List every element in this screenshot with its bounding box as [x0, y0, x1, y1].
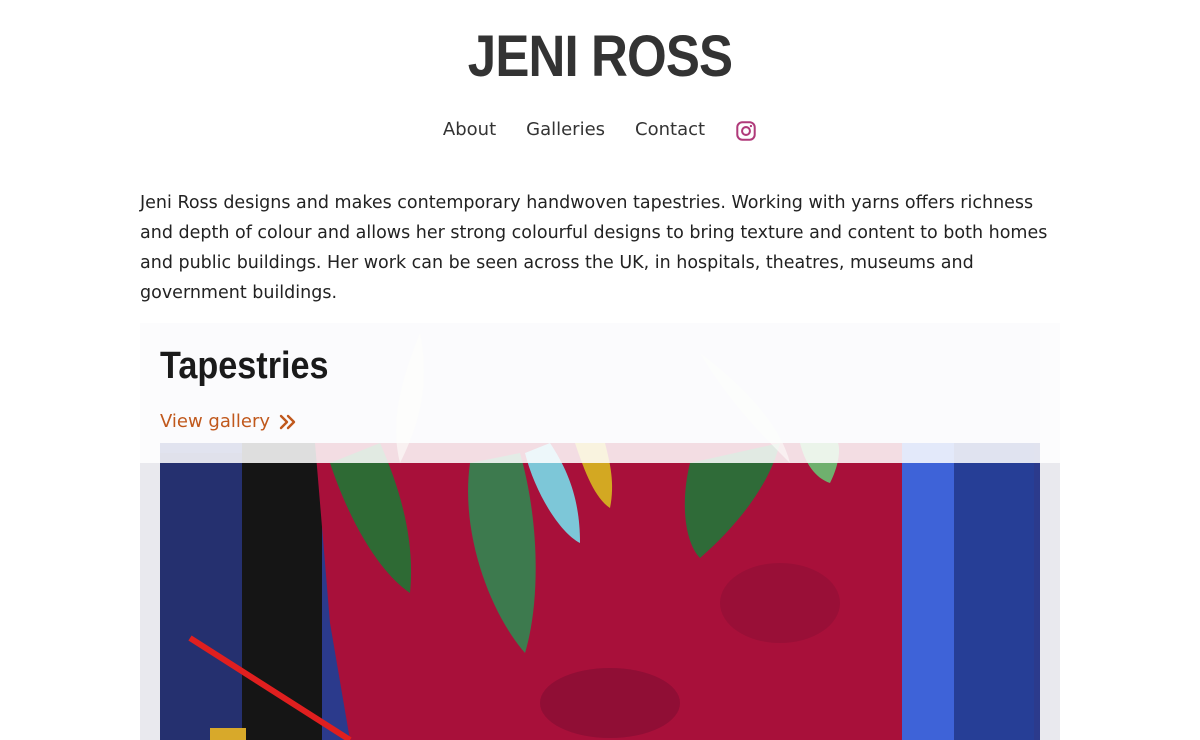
site-title[interactable]: JENI ROSS [72, 22, 1128, 92]
nav-about[interactable]: About [443, 114, 496, 146]
double-chevron-right-icon [278, 412, 298, 432]
instagram-icon[interactable] [735, 120, 757, 142]
gallery-card-tapestries[interactable]: Tapestries View gallery [140, 323, 1060, 740]
nav-galleries[interactable]: Galleries [526, 114, 605, 146]
view-gallery-label: View gallery [160, 411, 271, 432]
view-gallery-link[interactable]: View gallery [160, 411, 298, 432]
intro-text: Jeni Ross designs and makes contemporary… [140, 193, 1048, 303]
main-nav: About Galleries Contact [0, 114, 1200, 146]
gallery-title: Tapestries [160, 345, 329, 387]
nav-contact[interactable]: Contact [635, 114, 705, 146]
